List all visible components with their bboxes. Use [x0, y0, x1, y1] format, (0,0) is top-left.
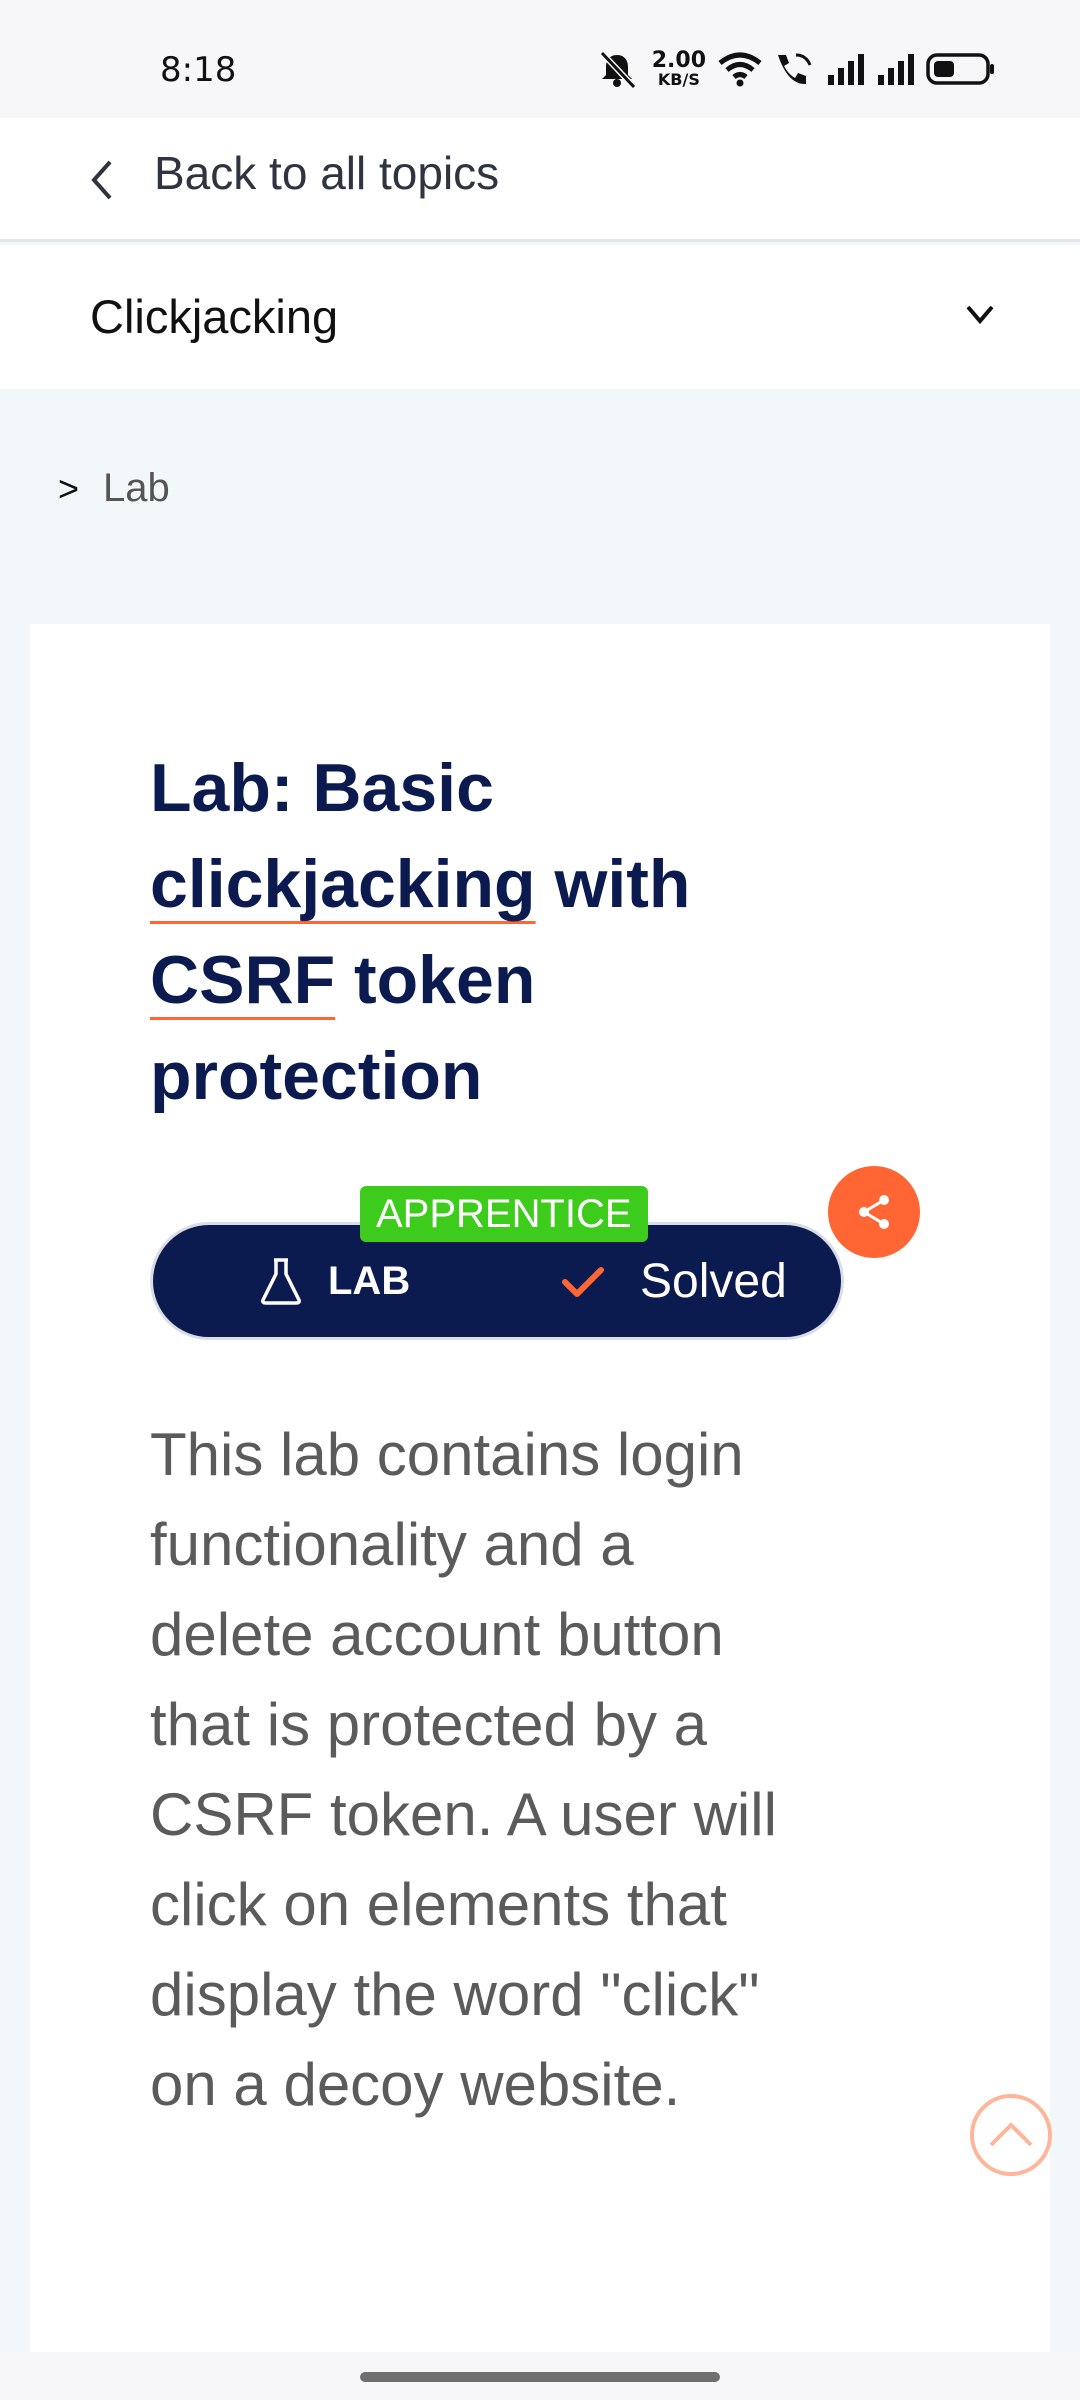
mute-icon [599, 50, 636, 89]
status-icons: 2.00 KB/S [594, 46, 996, 92]
lab-title: Lab: Basic clickjacking with CSRF token … [150, 750, 691, 1114]
home-gesture-handle[interactable] [360, 2372, 720, 2382]
share-icon [859, 1195, 889, 1229]
network-speed: 2.00 KB/S [651, 48, 706, 89]
level-badge: APPRENTICE [360, 1186, 648, 1242]
lab-type: LAB [258, 1256, 410, 1306]
wifi-call-icon [778, 53, 812, 85]
breadcrumb: > Lab [58, 466, 170, 511]
share-button[interactable] [828, 1166, 920, 1258]
back-label: Back to all topics [154, 147, 500, 199]
breadcrumb-item-lab[interactable]: Lab [103, 466, 170, 511]
check-icon [562, 1266, 604, 1297]
status-bar: 8:18 2.00 KB/S [0, 0, 1080, 118]
clickjacking-link[interactable]: clickjacking [150, 846, 536, 922]
lab-type-label: LAB [328, 1258, 411, 1303]
topic-title: Clickjacking [90, 290, 339, 343]
chevron-up-icon [989, 2122, 1033, 2147]
topic-selector[interactable]: Clickjacking [0, 245, 1080, 389]
status-time: 8:18 [160, 50, 237, 90]
breadcrumb-separator: > [58, 467, 80, 509]
solved-label: Solved [640, 1255, 787, 1308]
scroll-to-top-button[interactable] [970, 2094, 1052, 2176]
csrf-link[interactable]: CSRF [150, 942, 335, 1018]
signal-2-icon [878, 54, 914, 85]
chevron-down-icon[interactable] [960, 289, 1000, 341]
back-to-topics-link[interactable]: Back to all topics [0, 118, 1080, 242]
solved-status: Solved [560, 1254, 787, 1309]
chevron-left-icon [91, 160, 112, 200]
system-nav-bar [0, 2352, 1080, 2400]
lab-description: This lab contains login functionality an… [150, 1421, 777, 2118]
wifi-icon [718, 52, 762, 87]
battery-icon [926, 53, 994, 85]
signal-1-icon [828, 54, 864, 85]
flask-icon [261, 1258, 301, 1305]
